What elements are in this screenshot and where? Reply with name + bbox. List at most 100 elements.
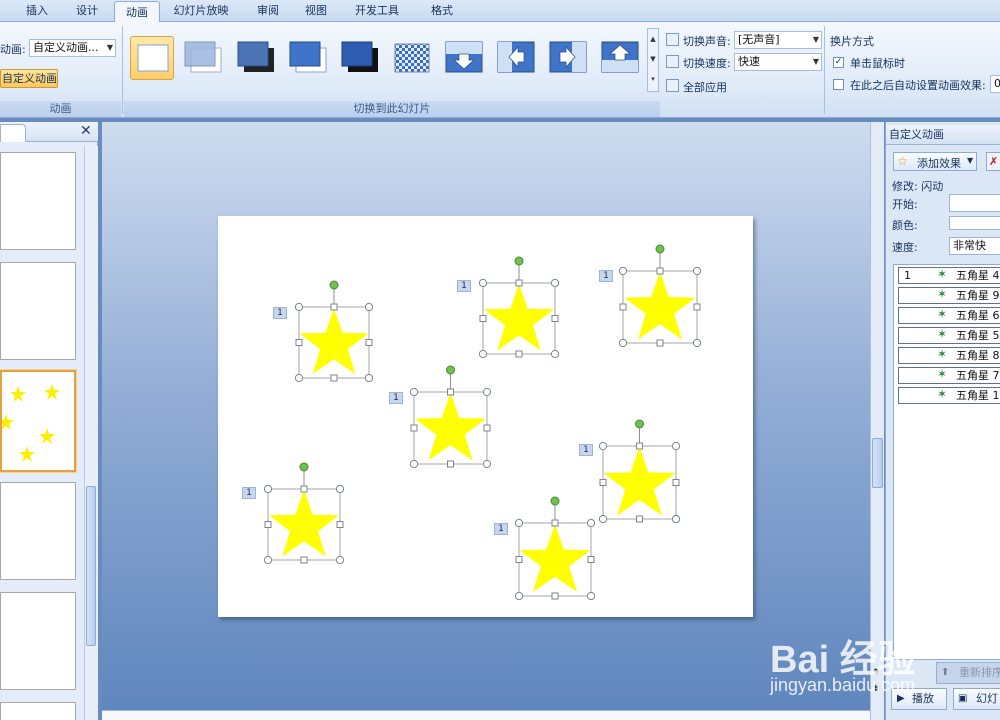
animation-number-marker[interactable]: 1: [457, 280, 471, 292]
cut-transition-icon: [289, 41, 327, 73]
animation-list-item[interactable]: ✶ 五角星 8: [898, 347, 1000, 364]
star-shape[interactable]: [515, 493, 595, 600]
animation-item-label: 五角星 4: [956, 269, 1000, 282]
apply-all-button[interactable]: 全部应用: [683, 79, 727, 95]
start-label: 开始:: [892, 198, 918, 211]
transition-wipe-down[interactable]: [442, 36, 486, 80]
color-picker[interactable]: [949, 216, 1000, 230]
slide-thumbnail[interactable]: [0, 482, 76, 580]
star-shape[interactable]: [295, 277, 373, 382]
slide-thumbnail[interactable]: [0, 592, 76, 690]
transition-group-name: 切换到此幻灯片: [124, 101, 660, 117]
advance-title: 换片方式: [830, 35, 874, 48]
transition-fade-black[interactable]: [234, 36, 278, 80]
star-shape[interactable]: [410, 362, 491, 468]
transition-dissolve[interactable]: [390, 36, 434, 80]
thumbnail-stars: [0, 384, 60, 462]
remove-effect-icon[interactable]: ✗: [986, 152, 1000, 171]
star-shape[interactable]: [599, 416, 680, 523]
scroll-thumb[interactable]: [872, 438, 883, 488]
animation-label: 动画:: [0, 43, 26, 56]
animation-item-label: 五角星 5: [956, 329, 1000, 342]
scroll-up-icon[interactable]: ▲: [648, 29, 658, 49]
custom-animation-button[interactable]: 自定义动画: [0, 69, 58, 88]
animation-number-marker[interactable]: 1: [494, 523, 508, 535]
transition-fade-smooth[interactable]: [181, 36, 225, 80]
on-click-label: 单击鼠标时: [850, 57, 905, 70]
star-icon: [264, 462, 344, 564]
reorder-button[interactable]: ⬆ 重新排序: [936, 662, 1000, 684]
dissolve-transition-icon: [394, 43, 430, 73]
emphasis-effect-icon: ✶: [937, 267, 948, 281]
transition-cut[interactable]: [286, 36, 330, 80]
play-label: 播放: [912, 692, 934, 705]
color-label: 颜色:: [892, 219, 918, 232]
slideshow-label: 幻灯: [976, 692, 998, 705]
start-combo[interactable]: [949, 194, 1000, 212]
tab-format[interactable]: 格式: [420, 0, 464, 22]
star-icon: [479, 256, 559, 358]
slide-thumbnail[interactable]: [0, 702, 76, 720]
watermark-url: jingyan.baidu.com: [770, 675, 916, 695]
animation-list[interactable]: 1 ✶ 五角星 4 ✶ 五角星 9 ✶ 五角星 6 ✶ 五角星 5 ✶ 五角星 8 ✶ 五角星 7 ✶ 五角…: [893, 264, 1000, 660]
animation-group-name: 动画: [0, 101, 121, 117]
slides-tab[interactable]: [0, 124, 26, 142]
animation-number-marker[interactable]: 1: [389, 392, 403, 404]
animation-number-marker[interactable]: 1: [242, 487, 256, 499]
animation-combo[interactable]: 自定义动画... ▼: [29, 39, 116, 57]
slide-thumbnail[interactable]: [0, 262, 76, 360]
speed-combo[interactable]: 快速 ▼: [734, 53, 822, 71]
emphasis-effect-icon: ✶: [937, 347, 948, 361]
slideshow-button[interactable]: ▣ 幻灯: [953, 688, 1000, 710]
wipe-up-icon: [601, 41, 639, 73]
speed-combo[interactable]: 非常快: [949, 237, 1000, 255]
star-shape[interactable]: [264, 459, 344, 564]
slides-pane-header: ✕: [0, 122, 98, 142]
auto-after-input[interactable]: 0: [990, 75, 1000, 93]
cut-black-transition-icon: [341, 41, 378, 72]
reorder-label: 重新排序: [959, 666, 1000, 679]
slide-thumbnail[interactable]: [0, 152, 76, 250]
ribbon: 动画: 自定义动画... ▼ 自定义动画 动画 ▲ ▼ ▾ 切换到此幻灯片 切换…: [0, 22, 1000, 118]
tab-insert[interactable]: 插入: [14, 0, 60, 22]
animation-number-marker[interactable]: 1: [273, 307, 287, 319]
animation-list-item[interactable]: ✶ 五角星 1: [898, 387, 1000, 404]
tab-view[interactable]: 视图: [294, 0, 338, 22]
animation-list-item[interactable]: 1 ✶ 五角星 4: [898, 267, 1000, 284]
tab-design[interactable]: 设计: [64, 0, 110, 22]
slide[interactable]: 1 1 1 1 1 1 1: [218, 216, 753, 617]
emphasis-effect-icon: ✶: [937, 367, 948, 381]
chevron-down-icon: ▼: [812, 35, 819, 44]
arrow-up-icon: ⬆: [941, 667, 950, 678]
tab-developer[interactable]: 开发工具: [344, 0, 410, 22]
scroll-thumb[interactable]: [86, 486, 96, 646]
animation-list-item[interactable]: ✶ 五角星 6: [898, 307, 1000, 324]
sound-combo[interactable]: [无声音] ▼: [734, 31, 822, 49]
close-icon[interactable]: ✕: [80, 123, 92, 139]
slide-thumbnail-selected[interactable]: [0, 370, 76, 472]
gallery-scroll[interactable]: ▲ ▼ ▾: [647, 28, 659, 92]
tab-review[interactable]: 审阅: [246, 0, 290, 22]
animation-number-marker[interactable]: 1: [579, 444, 593, 456]
tab-slideshow[interactable]: 幻灯片放映: [166, 0, 236, 22]
on-click-checkbox[interactable]: ✓: [833, 57, 844, 68]
auto-after-checkbox[interactable]: [833, 79, 844, 90]
transition-wipe-left[interactable]: [494, 36, 538, 80]
slides-scrollbar[interactable]: [84, 146, 98, 720]
transition-cut-black[interactable]: [338, 36, 382, 80]
transition-none[interactable]: [130, 36, 174, 80]
transition-wipe-up[interactable]: [598, 36, 642, 80]
gallery-more-icon[interactable]: ▾: [648, 69, 658, 89]
animation-list-item[interactable]: ✶ 五角星 5: [898, 327, 1000, 344]
tab-animation[interactable]: 动画: [114, 1, 160, 23]
chevron-down-icon: ▼: [812, 57, 819, 66]
add-effect-button[interactable]: ☆ 添加效果 ▼: [893, 152, 977, 171]
star-shape[interactable]: [479, 253, 559, 358]
animation-list-item[interactable]: ✶ 五角星 7: [898, 367, 1000, 384]
transition-wipe-right[interactable]: [546, 36, 590, 80]
scroll-down-icon[interactable]: ▼: [648, 49, 658, 69]
star-shape[interactable]: [619, 241, 701, 347]
animation-list-item[interactable]: ✶ 五角星 9: [898, 287, 1000, 304]
animation-item-label: 五角星 1: [956, 389, 1000, 402]
animation-number-marker[interactable]: 1: [599, 270, 613, 282]
